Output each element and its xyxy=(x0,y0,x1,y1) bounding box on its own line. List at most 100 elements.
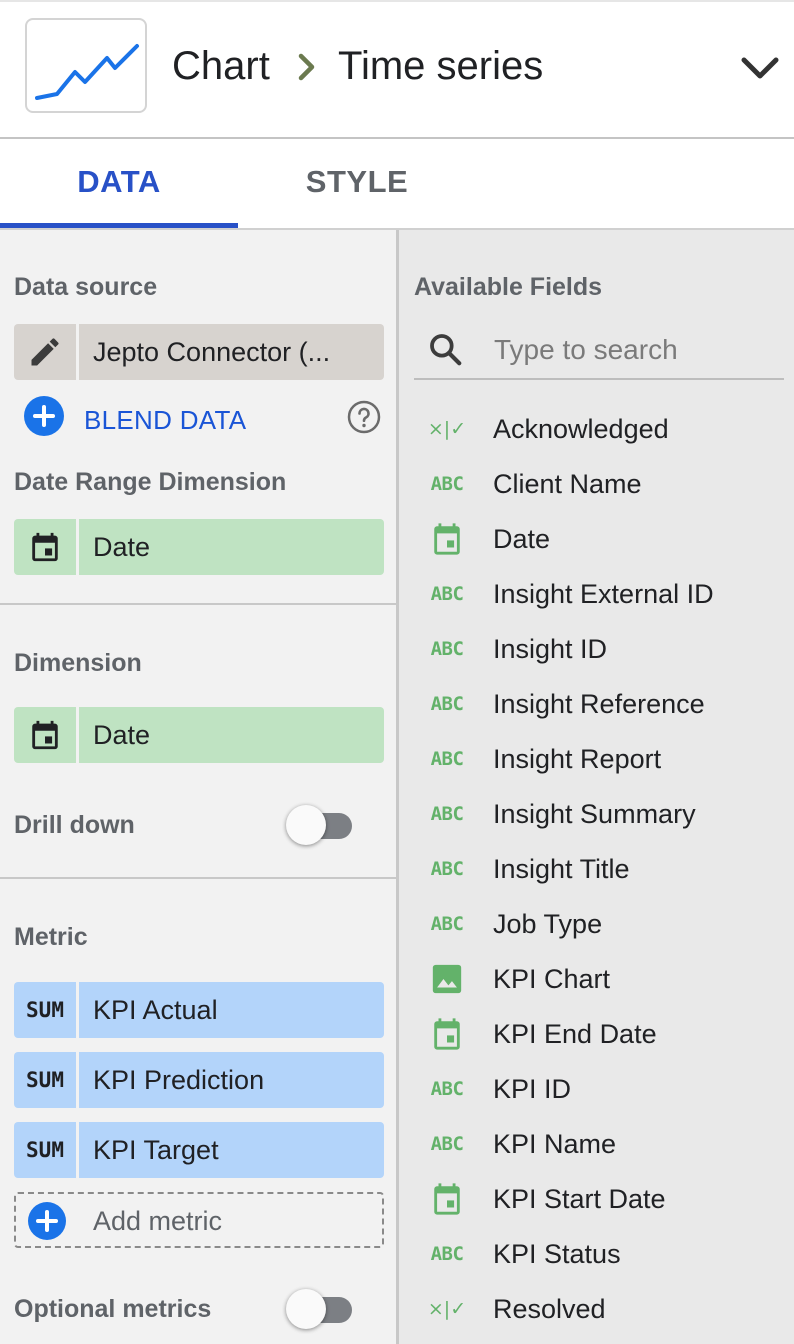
available-field-item[interactable]: ABC KPI Name xyxy=(414,1119,784,1169)
header-top-border xyxy=(0,0,794,2)
time-series-chart-icon xyxy=(35,44,139,100)
available-field-item[interactable]: ABC Client Name xyxy=(414,459,784,509)
chart-config-header: Chart Time series xyxy=(0,0,794,139)
available-field-item[interactable]: ×|✓ Acknowledged xyxy=(414,404,784,454)
chip-separator xyxy=(76,1122,79,1178)
metric-chip[interactable]: SUM KPI Target xyxy=(14,1122,384,1178)
field-name: Insight Reference xyxy=(493,689,705,719)
help-icon[interactable] xyxy=(346,399,382,435)
blend-data-button[interactable]: BLEND DATA xyxy=(84,404,246,436)
collapse-button[interactable] xyxy=(738,48,782,88)
data-source-name: Jepto Connector (... xyxy=(93,337,331,367)
field-name: Insight External ID xyxy=(493,579,714,609)
available-field-item[interactable]: KPI End Date xyxy=(414,1009,784,1059)
add-metric-button[interactable]: Add metric xyxy=(14,1192,384,1248)
drill-down-toggle[interactable] xyxy=(286,802,356,848)
metric-field: KPI Target xyxy=(93,1135,219,1165)
field-name: Date xyxy=(493,524,551,554)
field-name: Insight Title xyxy=(493,854,630,884)
data-source-chip[interactable]: Jepto Connector (... xyxy=(14,324,384,380)
field-name: Acknowledged xyxy=(493,414,669,444)
chart-type-thumbnail[interactable] xyxy=(25,18,147,113)
text-type-label: ABC xyxy=(430,1133,464,1155)
available-field-item[interactable]: ABC Insight External ID xyxy=(414,569,784,619)
dimension-chip[interactable]: Date xyxy=(14,707,384,763)
field-name: KPI Chart xyxy=(493,964,611,994)
text-type-icon: ABC xyxy=(414,679,480,729)
text-type-icon: ABC xyxy=(414,844,480,894)
optional-metrics-label: Optional metrics xyxy=(14,1295,212,1323)
metric-chip[interactable]: SUM KPI Prediction xyxy=(14,1052,384,1108)
calendar-icon xyxy=(414,1009,480,1059)
breadcrumb-chevron-right-icon xyxy=(298,53,315,81)
edit-data-source-button[interactable] xyxy=(14,324,76,380)
date-range-dimension-field: Date xyxy=(93,532,151,562)
date-range-dimension-title: Date Range Dimension xyxy=(14,468,287,496)
text-type-label: ABC xyxy=(430,1078,464,1100)
field-name: Client Name xyxy=(493,469,642,499)
field-name: KPI ID xyxy=(493,1074,572,1104)
calendar-icon xyxy=(32,532,58,562)
chip-separator xyxy=(76,1052,79,1108)
boolean-type-label: ×|✓ xyxy=(427,1298,467,1320)
metric-title: Metric xyxy=(14,923,88,951)
calendar-icon xyxy=(414,1174,480,1224)
image-icon xyxy=(414,954,480,1004)
toggle-knob xyxy=(286,1289,326,1329)
optional-metrics-toggle[interactable] xyxy=(286,1286,356,1332)
chip-separator xyxy=(76,707,79,763)
date-type-badge xyxy=(14,707,76,763)
dimension-field: Date xyxy=(93,720,151,750)
text-type-label: ABC xyxy=(430,858,464,880)
chip-separator xyxy=(76,982,79,1038)
available-field-item[interactable]: ×|✓ Resolved xyxy=(414,1284,784,1334)
text-type-icon: ABC xyxy=(414,569,480,619)
text-type-label: ABC xyxy=(430,803,464,825)
aggregation-label: SUM xyxy=(26,1068,64,1092)
field-name: KPI End Date xyxy=(493,1019,657,1049)
available-field-item[interactable]: ABC Insight Summary xyxy=(414,789,784,839)
metric-chip[interactable]: SUM KPI Actual xyxy=(14,982,384,1038)
text-type-label: ABC xyxy=(430,583,464,605)
add-metric-label: Add metric xyxy=(93,1206,223,1236)
available-field-item[interactable]: KPI Chart xyxy=(414,954,784,1004)
breadcrumb-chart: Chart xyxy=(172,44,270,88)
date-range-dimension-chip[interactable]: Date xyxy=(14,519,384,575)
breadcrumb-chart-type: Time series xyxy=(338,44,544,88)
field-name: Job Type xyxy=(493,909,603,939)
available-field-item[interactable]: ABC Insight Report xyxy=(414,734,784,784)
plus-icon xyxy=(36,1210,58,1232)
available-field-item[interactable]: ABC Insight ID xyxy=(414,624,784,674)
field-search-input[interactable] xyxy=(478,326,778,374)
available-field-item[interactable]: ABC Insight Reference xyxy=(414,679,784,729)
text-type-label: ABC xyxy=(430,693,464,715)
pencil-icon xyxy=(31,338,59,366)
data-source-title: Data source xyxy=(14,273,158,301)
available-field-item[interactable]: ABC Insight Title xyxy=(414,844,784,894)
tab-data[interactable]: DATA xyxy=(0,139,238,229)
available-field-item[interactable]: Date xyxy=(414,514,784,564)
field-name: KPI Name xyxy=(493,1129,617,1159)
aggregation-badge[interactable]: SUM xyxy=(14,1052,76,1108)
available-field-item[interactable]: KPI Start Date xyxy=(414,1174,784,1224)
text-type-icon: ABC xyxy=(414,1064,480,1114)
text-type-icon: ABC xyxy=(414,899,480,949)
search-underline xyxy=(414,378,784,380)
text-type-label: ABC xyxy=(430,913,464,935)
tab-style[interactable]: STYLE xyxy=(238,139,476,229)
field-name: KPI Start Date xyxy=(493,1184,666,1214)
available-field-item[interactable]: ABC Job Type xyxy=(414,899,784,949)
available-field-item[interactable]: ABC KPI Status xyxy=(414,1229,784,1279)
field-name: Resolved xyxy=(493,1294,606,1324)
text-type-label: ABC xyxy=(430,638,464,660)
metric-field: KPI Prediction xyxy=(93,1065,265,1095)
aggregation-label: SUM xyxy=(26,1138,64,1162)
aggregation-badge[interactable]: SUM xyxy=(14,1122,76,1178)
boolean-type-icon: ×|✓ xyxy=(414,1284,480,1334)
aggregation-badge[interactable]: SUM xyxy=(14,982,76,1038)
drill-down-label: Drill down xyxy=(14,811,135,839)
blend-data-plus-icon[interactable] xyxy=(24,396,64,436)
boolean-type-icon: ×|✓ xyxy=(414,404,480,454)
available-field-item[interactable]: ABC KPI ID xyxy=(414,1064,784,1114)
dimension-title: Dimension xyxy=(14,649,142,677)
